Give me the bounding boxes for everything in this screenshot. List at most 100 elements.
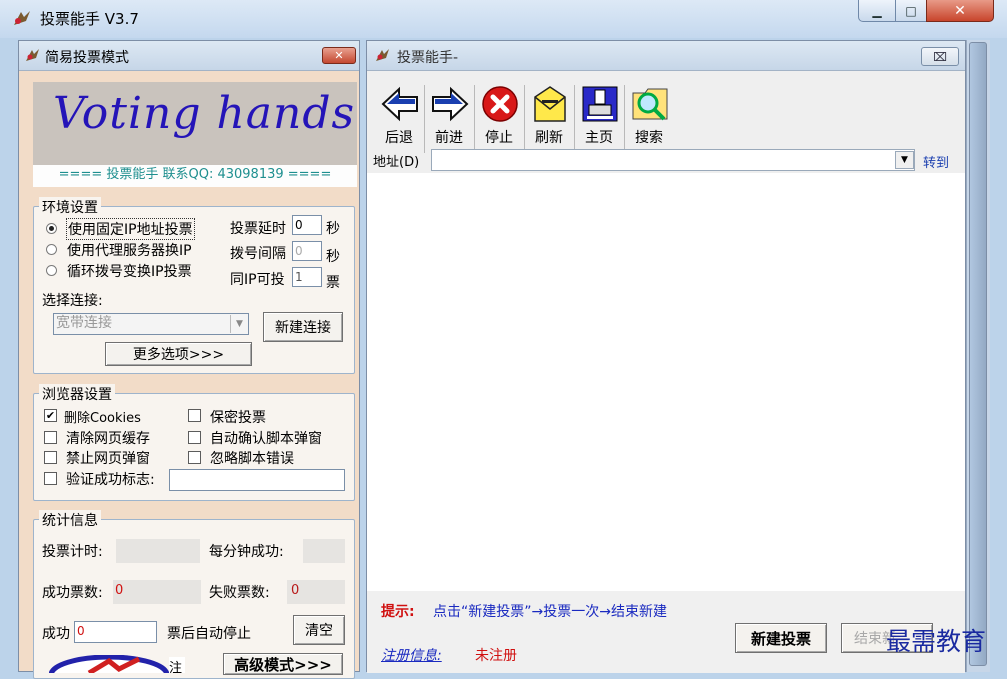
auto-stop-prefix: 成功 — [42, 626, 70, 642]
home-button[interactable]: 主页 — [575, 85, 623, 151]
dial-interval-input[interactable]: 0 — [292, 241, 322, 261]
checkbox-ignore-script-errors[interactable] — [188, 451, 201, 464]
logo-emblem-icon — [49, 655, 169, 673]
radio-fixed-ip[interactable] — [46, 223, 57, 234]
banner-logo: Voting hands — [33, 82, 357, 170]
window-scrollbar[interactable] — [966, 40, 990, 672]
chevron-down-icon[interactable]: ▼ — [895, 151, 914, 169]
go-link[interactable]: 转到 — [923, 152, 949, 171]
same-ip-label: 同IP可投 — [230, 272, 285, 288]
vote-delay-input[interactable]: 0 — [292, 215, 322, 235]
browser-status-area: 提示: 点击“新建投票”→投票一次→结束新建 注册信息: 未注册 新建投票 结束… — [367, 591, 965, 673]
radio-redial-label[interactable]: 循环拨号变换IP投票 — [67, 261, 192, 281]
scrollbar-thumb[interactable] — [969, 42, 987, 666]
same-ip-input[interactable]: 1 — [292, 267, 322, 287]
success-count-value: 0 — [113, 580, 201, 604]
simple-vote-titlebar: 简易投票模式 ✕ — [19, 41, 359, 71]
connection-select[interactable]: 宽带连接 — [53, 313, 249, 335]
forward-button[interactable]: 前进 — [425, 85, 473, 151]
checkbox-clear-cache[interactable] — [44, 431, 57, 444]
registration-link[interactable]: 注册信息: — [381, 645, 442, 665]
refresh-button[interactable]: 刷新 — [525, 85, 573, 151]
browser-settings-title: 浏览器设置 — [39, 384, 115, 404]
success-count-label: 成功票数: — [42, 585, 103, 601]
verify-flag-input[interactable] — [169, 469, 345, 491]
new-connection-button[interactable]: 新建连接 — [263, 312, 343, 342]
auto-stop-input[interactable]: 0 — [74, 621, 157, 643]
window-titlebar: 投票能手 V3.7 ▁ □ ✕ — [0, 0, 1007, 38]
checkbox-delete-cookies-label[interactable]: 删除Cookies — [64, 407, 141, 426]
vote-delay-unit: 秒 — [326, 221, 340, 237]
checkbox-verify-flag-label[interactable]: 验证成功标志: — [66, 469, 155, 489]
vote-delay-label: 投票延时 — [230, 221, 286, 237]
checkbox-ignore-script-errors-label[interactable]: 忽略脚本错误 — [210, 448, 294, 468]
search-icon — [632, 88, 668, 121]
app-logo-icon — [26, 49, 39, 61]
banner-logo-text: Voting hands — [53, 88, 356, 139]
env-settings-title: 环境设置 — [39, 197, 101, 217]
browser-panel: 投票能手- ⌧ 后退 前进 停止 刷新 主页 搜索 地址(D) ▼ 转到 提示:… — [366, 40, 966, 673]
back-arrow-icon — [381, 86, 418, 122]
back-button[interactable]: 后退 — [375, 85, 423, 151]
refresh-icon — [534, 86, 566, 122]
dial-interval-label: 拨号间隔 — [230, 246, 286, 262]
partial-label: 注 — [169, 657, 185, 676]
checkbox-delete-cookies[interactable]: ✔ — [44, 409, 57, 422]
checkbox-auto-confirm[interactable] — [188, 431, 201, 444]
contact-subtitle: ==== 投票能手 联系QQ: 43098139 ==== — [33, 165, 357, 187]
more-options-button[interactable]: 更多选项>>> — [105, 342, 252, 366]
checkbox-clear-cache-label[interactable]: 清除网页缓存 — [66, 428, 150, 448]
new-vote-button[interactable]: 新建投票 — [735, 623, 827, 653]
radio-fixed-ip-label[interactable]: 使用固定IP地址投票 — [66, 218, 195, 240]
checkbox-block-popup[interactable] — [44, 451, 57, 464]
window-title: 投票能手 V3.7 — [40, 10, 139, 28]
same-ip-unit: 票 — [326, 275, 340, 291]
browser-title: 投票能手- — [397, 50, 459, 66]
stop-icon — [482, 86, 518, 122]
address-label: 地址(D) — [373, 155, 420, 170]
radio-redial[interactable] — [46, 265, 57, 276]
chevron-down-icon[interactable]: ▼ — [230, 315, 248, 333]
simple-vote-panel: 简易投票模式 ✕ Voting hands ==== 投票能手 联系QQ: 43… — [18, 40, 360, 679]
browser-titlebar: 投票能手- ⌧ — [367, 41, 965, 71]
registration-status: 未注册 — [475, 648, 517, 664]
browser-close-button[interactable]: ⌧ — [921, 47, 959, 66]
refresh-label: 刷新 — [535, 130, 563, 146]
watermark-text: 最需教育 — [886, 627, 987, 656]
radio-proxy-label[interactable]: 使用代理服务器换IP — [67, 240, 192, 260]
app-logo-icon — [14, 11, 30, 25]
forward-arrow-icon — [432, 86, 469, 122]
per-minute-success-label: 每分钟成功: — [209, 544, 284, 560]
search-button[interactable]: 搜索 — [625, 85, 673, 151]
auto-stop-suffix: 票后自动停止 — [167, 626, 251, 642]
hint-label: 提示: — [381, 604, 415, 620]
minimize-button[interactable]: ▁ — [858, 0, 896, 22]
dial-interval-unit: 秒 — [326, 249, 340, 265]
forward-label: 前进 — [435, 130, 463, 146]
simple-vote-close-button[interactable]: ✕ — [322, 47, 356, 64]
checkbox-secret-vote[interactable] — [188, 409, 201, 422]
vote-timer-label: 投票计时: — [42, 544, 103, 560]
hint-text: 点击“新建投票”→投票一次→结束新建 — [433, 604, 667, 620]
clear-button[interactable]: 清空 — [293, 615, 345, 645]
checkbox-auto-confirm-label[interactable]: 自动确认脚本弹窗 — [210, 428, 322, 448]
checkbox-verify-flag[interactable] — [44, 472, 57, 485]
browser-content-area[interactable] — [367, 173, 965, 591]
simple-vote-title: 简易投票模式 — [45, 50, 129, 66]
close-button[interactable]: ✕ — [926, 0, 994, 22]
address-input[interactable] — [431, 149, 915, 171]
home-icon — [582, 86, 618, 122]
app-logo-icon — [376, 49, 389, 61]
fail-count-label: 失败票数: — [209, 585, 270, 601]
fail-count-value: 0 — [287, 580, 345, 604]
checkbox-block-popup-label[interactable]: 禁止网页弹窗 — [66, 448, 150, 468]
vote-timer-value — [116, 539, 200, 563]
radio-proxy[interactable] — [46, 244, 57, 255]
maximize-button[interactable]: □ — [895, 0, 927, 22]
checkbox-secret-vote-label[interactable]: 保密投票 — [210, 407, 266, 427]
stop-button[interactable]: 停止 — [475, 85, 523, 151]
stop-label: 停止 — [485, 130, 513, 146]
select-connection-label: 选择连接: — [42, 293, 103, 309]
home-label: 主页 — [585, 130, 613, 146]
back-label: 后退 — [385, 130, 413, 146]
